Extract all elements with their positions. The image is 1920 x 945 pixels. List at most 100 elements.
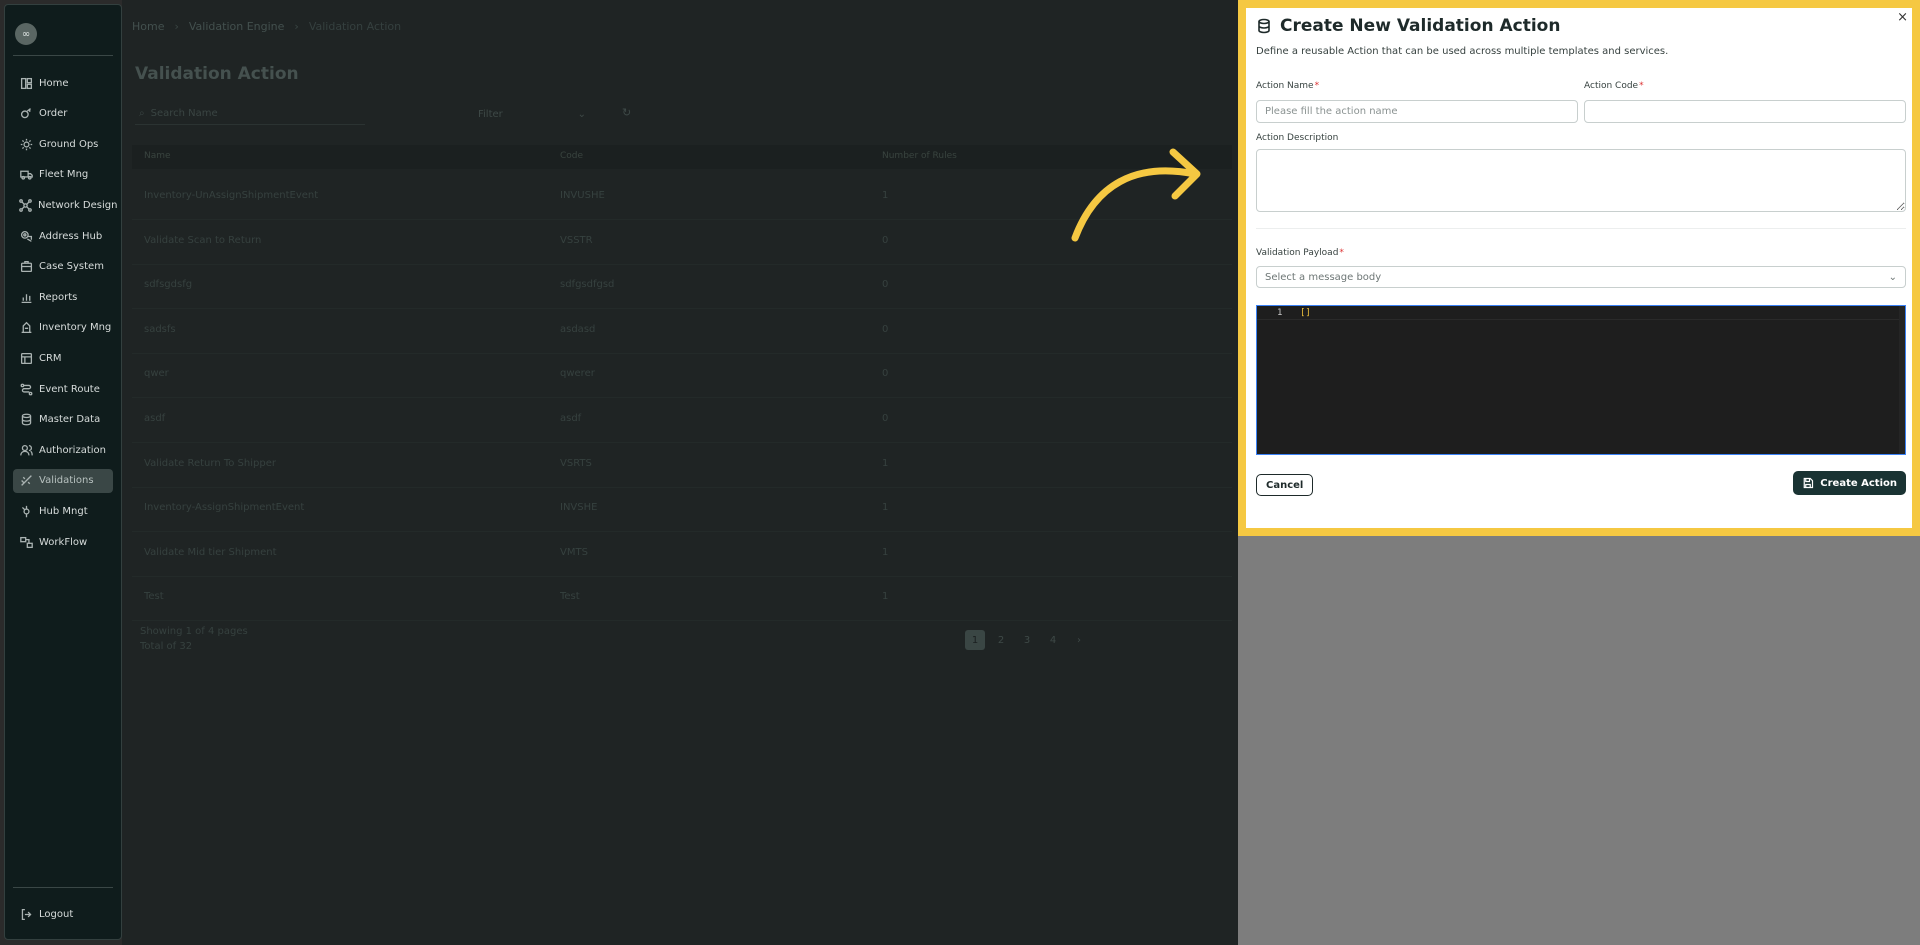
cancel-button[interactable]: Cancel [1256, 474, 1314, 496]
action-code-input[interactable] [1584, 100, 1906, 123]
column-header-rules[interactable]: Number of Rules [882, 151, 957, 161]
map-pin-icon [19, 229, 33, 243]
table-row[interactable]: Test Test 1 [132, 577, 1232, 622]
table-row[interactable]: qwer qwerer 0 [132, 354, 1232, 399]
cell-code: qwerer [560, 368, 595, 380]
sidebar-item-home[interactable]: Home [13, 71, 113, 95]
cell-rules: 1 [882, 546, 889, 558]
sidebar-item-validations[interactable]: Validations [13, 468, 113, 493]
sidebar-item-label: Validations [39, 475, 94, 487]
cell-name: Test [144, 591, 164, 603]
table-row[interactable]: sadsfs asdasd 0 [132, 310, 1232, 354]
sidebar-item-hub-mngt[interactable]: Hub Mngt [13, 499, 113, 523]
table-row[interactable]: Inventory-AssignShipmentEvent INVSHE 1 [132, 488, 1232, 533]
hub-icon [19, 504, 33, 518]
refresh-icon[interactable]: ↻ [622, 106, 631, 119]
sidebar-item-fleet-mng[interactable]: Fleet Mng [13, 163, 113, 187]
close-icon[interactable]: × [1897, 10, 1908, 25]
pagination-total: Total of 32 [140, 641, 193, 652]
sidebar-divider [13, 887, 113, 888]
sidebar-item-reports[interactable]: Reports [13, 285, 113, 309]
editor-current-line [1257, 308, 1905, 320]
chevron-down-icon: ⌄ [1888, 271, 1897, 283]
page-button-2[interactable]: 2 [991, 630, 1011, 650]
database-icon [19, 413, 33, 427]
sidebar-item-order[interactable]: Order [13, 102, 113, 126]
action-name-label-text: Action Name [1256, 81, 1314, 91]
sidebar-item-event-route[interactable]: Event Route [13, 377, 113, 401]
breadcrumb-validation-engine[interactable]: Validation Engine [189, 20, 285, 33]
sidebar-item-master-data[interactable]: Master Data [13, 408, 113, 432]
action-description-label: Action Description [1256, 133, 1339, 143]
sidebar-item-workflow[interactable]: WorkFlow [13, 530, 113, 554]
column-header-code[interactable]: Code [560, 151, 583, 161]
cell-rules: 0 [882, 413, 889, 424]
table-row[interactable]: sdfsgdsfg sdfgsdfgsd 0 [132, 265, 1232, 310]
sidebar-item-ground-ops[interactable]: Ground Ops [13, 132, 113, 156]
cell-code: INVSHE [560, 502, 598, 514]
search-placeholder: Search Name [150, 108, 218, 119]
cell-name: Validate Mid tier Shipment [144, 546, 277, 558]
crm-icon [19, 351, 33, 365]
sidebar-item-label: Order [39, 108, 68, 120]
table-row[interactable]: asdf asdf 0 [132, 399, 1232, 443]
page-title: Validation Action [135, 64, 299, 84]
cell-rules: 1 [882, 457, 889, 469]
column-header-name[interactable]: Name [144, 151, 171, 161]
next-page-button[interactable]: › [1069, 630, 1089, 650]
action-name-input[interactable] [1256, 100, 1578, 123]
users-icon [19, 443, 33, 457]
cell-code: INVUSHE [560, 190, 605, 201]
create-action-button[interactable]: Create Action [1793, 471, 1906, 495]
payload-select[interactable]: Select a message body ⌄ [1256, 266, 1906, 288]
cell-code: Test [560, 591, 580, 603]
app-logo: ∞ [15, 23, 37, 45]
search-input[interactable]: ⌕ Search Name [135, 103, 365, 125]
required-mark: * [1314, 81, 1320, 91]
network-icon [19, 198, 32, 212]
table-row[interactable]: Validate Return To Shipper VSRTS 1 [132, 444, 1232, 488]
sidebar-item-label: Authorization [39, 444, 106, 456]
page-button-3[interactable]: 3 [1017, 630, 1037, 650]
chevron-down-icon: ⌄ [577, 108, 586, 120]
inventory-icon [19, 321, 33, 335]
action-code-label: Action Code* [1584, 81, 1644, 91]
sidebar-item-address-hub[interactable]: Address Hub [13, 224, 113, 248]
sidebar-item-network-design[interactable]: Network Design [13, 193, 117, 217]
home-icon [19, 76, 33, 90]
action-code-label-text: Action Code [1584, 81, 1639, 91]
table-row[interactable]: Validate Mid tier Shipment VMTS 1 [132, 533, 1232, 577]
sidebar-item-label: Fleet Mng [39, 169, 89, 181]
sidebar-item-case-system[interactable]: Case System [13, 255, 113, 279]
filter-dropdown[interactable]: Filter ⌄ [472, 103, 592, 125]
sidebar-divider [13, 55, 113, 56]
filter-label: Filter [478, 108, 503, 120]
cell-rules: 0 [882, 279, 889, 291]
cell-name: asdf [144, 413, 166, 424]
editor-code[interactable]: [] [1300, 308, 1311, 318]
sidebar-item-authorization[interactable]: Authorization [13, 438, 113, 462]
sidebar-item-label: Inventory Mng [39, 322, 112, 334]
logout-button[interactable]: Logout [13, 902, 113, 926]
sidebar-item-inventory-mng[interactable]: Inventory Mng [13, 316, 113, 340]
cell-code: VSSTR [560, 234, 593, 246]
editor-scrollbar[interactable] [1899, 306, 1905, 454]
breadcrumb-separator: › [174, 20, 179, 33]
cell-rules: 1 [882, 502, 889, 514]
cell-name: Inventory-UnAssignShipmentEvent [144, 190, 319, 201]
action-description-textarea[interactable] [1256, 149, 1906, 212]
sidebar-item-label: Address Hub [39, 230, 103, 242]
sidebar-item-label: Home [39, 77, 69, 89]
logout-label: Logout [39, 908, 74, 920]
sidebar-item-crm[interactable]: CRM [13, 346, 113, 370]
page-button-1[interactable]: 1 [965, 630, 985, 650]
cell-name: sdfsgdsfg [144, 279, 193, 291]
breadcrumb-home[interactable]: Home [132, 20, 164, 33]
route-icon [19, 382, 33, 396]
reports-icon [19, 290, 33, 304]
breadcrumb-current: Validation Action [308, 20, 402, 33]
editor-line-number: 1 [1277, 308, 1283, 318]
payload-code-editor[interactable]: 1 [] [1256, 305, 1906, 455]
cell-code: asdasd [560, 323, 596, 335]
page-button-4[interactable]: 4 [1043, 630, 1063, 650]
